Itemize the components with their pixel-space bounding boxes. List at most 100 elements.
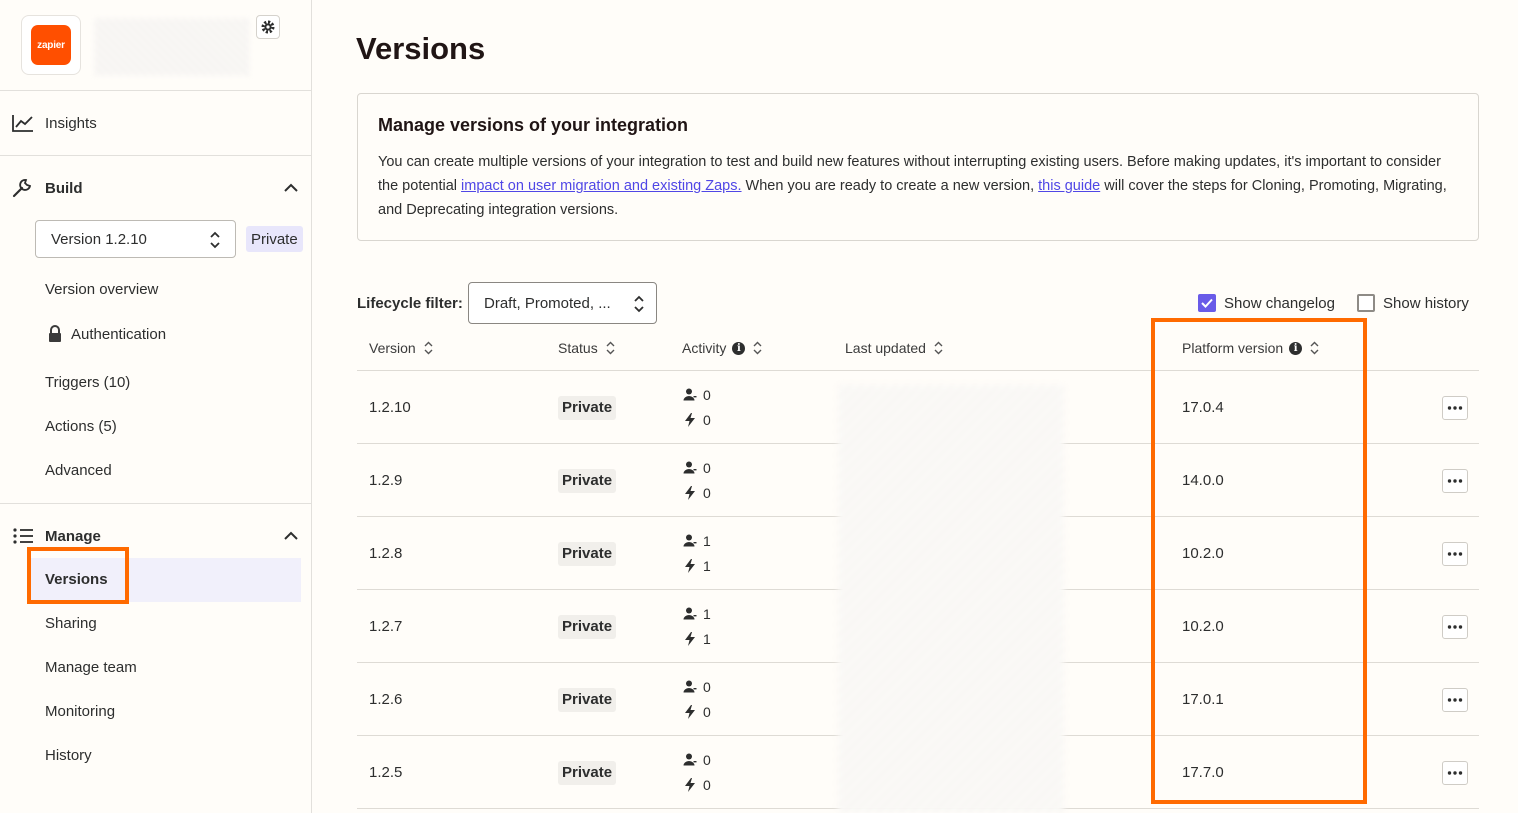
chart-line-icon <box>12 114 34 132</box>
status-badge: Private <box>558 541 617 566</box>
row-actions-button[interactable] <box>1442 395 1468 420</box>
app-logo-container[interactable]: zapier <box>21 15 81 75</box>
chevron-up-icon[interactable] <box>283 528 299 545</box>
more-dots-icon <box>1447 697 1463 702</box>
sort-icon <box>424 341 433 355</box>
sidebar-item-triggers[interactable]: Triggers (10) <box>45 374 130 391</box>
more-dots-icon <box>1447 624 1463 629</box>
status-badge: Private <box>558 395 617 420</box>
page-title: Versions <box>356 31 486 66</box>
checkbox-unchecked-icon <box>1357 294 1375 312</box>
bolt-icon <box>685 704 695 719</box>
column-header-last-updated[interactable]: Last updated <box>845 340 943 356</box>
impact-link[interactable]: impact on user migration and existing Za… <box>461 178 741 194</box>
show-history-checkbox[interactable]: Show history <box>1357 294 1469 312</box>
activity-users: 1 <box>683 533 711 549</box>
lock-icon <box>49 325 61 342</box>
bolt-icon <box>685 777 695 792</box>
version-cell[interactable]: 1.2.10 <box>369 399 411 416</box>
sidebar-item-label: Insights <box>45 114 97 132</box>
version-select[interactable]: Version 1.2.10 <box>35 220 236 258</box>
column-header-label: Version <box>369 340 416 356</box>
version-cell[interactable]: 1.2.9 <box>369 472 402 489</box>
lifecycle-filter-select[interactable]: Draft, Promoted, ... <box>468 282 657 324</box>
highlight-outline-versions <box>27 547 129 604</box>
info-box: Manage versions of your integration You … <box>357 93 1479 241</box>
activity-users-count: 0 <box>703 678 711 695</box>
column-header-label: Last updated <box>845 340 926 356</box>
status-badge: Private <box>558 687 617 712</box>
activity-users-count: 0 <box>703 386 711 403</box>
activity-zaps: 1 <box>683 631 711 647</box>
activity-zaps: 0 <box>683 704 711 720</box>
checkbox-checked-icon <box>1198 294 1216 312</box>
activity-users: 0 <box>683 752 711 768</box>
column-header-status[interactable]: Status <box>558 340 615 356</box>
sidebar-item-history[interactable]: History <box>45 747 92 764</box>
sidebar-section-label: Build <box>45 179 83 197</box>
status-badge: Private <box>558 760 617 785</box>
show-history-label: Show history <box>1383 294 1469 312</box>
more-dots-icon <box>1447 770 1463 775</box>
user-icon <box>683 534 697 547</box>
activity-users: 0 <box>683 679 711 695</box>
column-header-label: Status <box>558 340 598 356</box>
settings-button[interactable] <box>256 15 280 39</box>
version-cell[interactable]: 1.2.7 <box>369 618 402 635</box>
status-badge: Private <box>558 614 617 639</box>
select-arrows-icon <box>633 295 645 317</box>
sidebar-item-monitoring[interactable]: Monitoring <box>45 703 115 720</box>
status-badge: Private <box>558 468 617 493</box>
activity-zaps-count: 0 <box>703 484 711 501</box>
version-cell[interactable]: 1.2.6 <box>369 691 402 708</box>
sidebar-item-authentication[interactable]: Authentication <box>47 325 166 343</box>
sidebar-item-insights[interactable]: Insights <box>0 112 311 134</box>
activity-users: 0 <box>683 387 711 403</box>
gear-icon <box>261 20 275 34</box>
version-cell[interactable]: 1.2.5 <box>369 764 402 781</box>
zapier-logo: zapier <box>31 25 71 65</box>
row-actions-button[interactable] <box>1442 760 1468 785</box>
column-header-version[interactable]: Version <box>369 340 433 356</box>
lifecycle-filter-value: Draft, Promoted, ... <box>484 294 611 312</box>
sidebar-item-advanced[interactable]: Advanced <box>45 462 112 479</box>
show-changelog-checkbox[interactable]: Show changelog <box>1198 294 1335 312</box>
activity-zaps-count: 0 <box>703 411 711 428</box>
activity-zaps-count: 1 <box>703 557 711 574</box>
info-heading: Manage versions of your integration <box>378 115 689 135</box>
bolt-icon <box>685 412 695 427</box>
more-dots-icon <box>1447 405 1463 410</box>
activity-zaps: 0 <box>683 412 711 428</box>
row-actions-button[interactable] <box>1442 541 1468 566</box>
sidebar-item-actions[interactable]: Actions (5) <box>45 418 117 435</box>
sidebar-item-version-overview[interactable]: Version overview <box>45 281 158 298</box>
wrench-icon <box>12 178 34 198</box>
show-changelog-label: Show changelog <box>1224 294 1335 312</box>
user-icon <box>683 607 697 620</box>
row-actions-button[interactable] <box>1442 468 1468 493</box>
guide-link[interactable]: this guide <box>1038 178 1100 194</box>
activity-users-count: 1 <box>703 532 711 549</box>
sidebar-item-label: Authentication <box>71 325 167 343</box>
bolt-icon <box>685 558 695 573</box>
bolt-icon <box>685 631 695 646</box>
sidebar-item-manage-team[interactable]: Manage team <box>45 659 137 676</box>
activity-users: 0 <box>683 460 711 476</box>
activity-zaps-count: 0 <box>703 703 711 720</box>
bolt-icon <box>685 485 695 500</box>
info-icon[interactable]: i <box>732 341 746 355</box>
column-header-activity[interactable]: Activity i <box>682 340 762 356</box>
sort-icon <box>753 341 762 355</box>
row-actions-button[interactable] <box>1442 687 1468 712</box>
activity-zaps: 0 <box>683 485 711 501</box>
sidebar-item-sharing[interactable]: Sharing <box>45 615 97 632</box>
sidebar-divider <box>0 503 311 504</box>
sidebar-section-manage[interactable]: Manage <box>0 525 311 547</box>
app-name-redacted <box>94 18 250 76</box>
sidebar-section-build[interactable]: Build <box>0 177 311 199</box>
user-icon <box>683 461 697 474</box>
sidebar-divider <box>0 90 311 91</box>
version-cell[interactable]: 1.2.8 <box>369 545 402 562</box>
row-actions-button[interactable] <box>1442 614 1468 639</box>
chevron-up-icon[interactable] <box>283 180 299 197</box>
